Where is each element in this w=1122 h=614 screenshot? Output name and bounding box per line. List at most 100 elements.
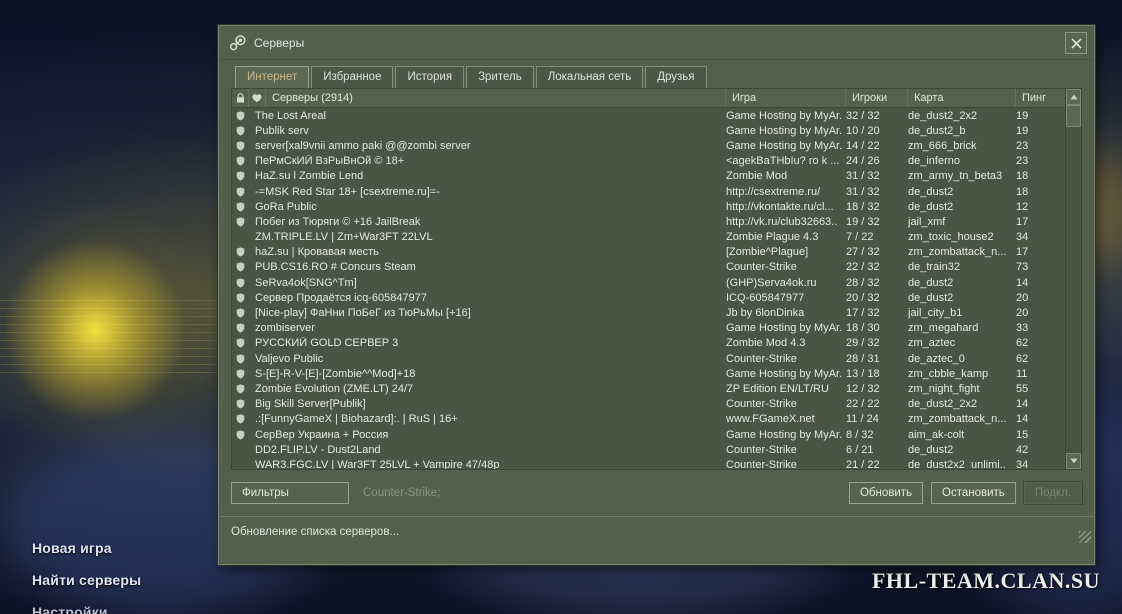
table-row[interactable]: DD2.FLIP.LV - Dust2Land Counter-Strike 6 /… bbox=[232, 442, 1081, 457]
secure-shield-icon bbox=[236, 186, 245, 197]
table-row[interactable]: Zombie Evolution (ZME.LT) 24/7 ZP Edition… bbox=[232, 381, 1081, 396]
row-server-name: Zombie Evolution (ZME.LT) 24/7 bbox=[255, 382, 414, 395]
row-map: de_dust2 bbox=[908, 276, 954, 289]
tab-3[interactable]: Зритель bbox=[466, 66, 534, 88]
table-row[interactable]: РУССКИЙ GOLD СЕРВЕР 3 Zombie Mod 4.3 29 / … bbox=[232, 336, 1081, 351]
column-header-favorite[interactable] bbox=[249, 89, 266, 107]
refresh-button[interactable]: Обновить bbox=[848, 482, 924, 504]
row-map: de_dust2x2_unlimi.. bbox=[908, 458, 1006, 469]
row-game: Counter-Strike bbox=[726, 352, 797, 365]
table-row[interactable]: PUB.CS16.RO # Concurs Steam Counter-Strik… bbox=[232, 260, 1081, 275]
column-header-ping[interactable]: Пинг bbox=[1016, 89, 1064, 107]
secure-shield-icon bbox=[236, 384, 245, 394]
close-button[interactable] bbox=[1065, 32, 1087, 54]
row-server-name: PUB.CS16.RO # Concurs Steam bbox=[255, 261, 416, 274]
stop-button[interactable]: Остановить bbox=[931, 482, 1016, 504]
tab-0[interactable]: Интернет bbox=[235, 66, 310, 88]
row-secure-icon-cell bbox=[232, 262, 249, 273]
scrollbar-thumb[interactable] bbox=[1066, 105, 1081, 127]
vertical-scrollbar[interactable] bbox=[1065, 89, 1081, 469]
table-row[interactable]: server[xal9vnii ammo paki @@zombi server… bbox=[232, 138, 1081, 153]
tab-5[interactable]: Друзья bbox=[645, 66, 707, 88]
table-row[interactable]: Сервер Продаётся icq-605847977 ICQ-605847… bbox=[232, 290, 1081, 305]
row-players: 29 / 32 bbox=[846, 337, 880, 350]
server-list-panel: Серверы (2914) Игра Игроки Карта Пинг Th… bbox=[231, 88, 1082, 470]
secure-shield-icon bbox=[236, 141, 245, 151]
column-header-map[interactable]: Карта bbox=[908, 89, 1016, 107]
secure-shield-icon bbox=[236, 414, 245, 424]
row-server-name: Valjevo Public bbox=[255, 352, 324, 365]
scroll-up-button[interactable] bbox=[1066, 89, 1081, 105]
table-row[interactable]: [Nice-play] ФаНни ПоБеГ из ТюРьМы [+16] J… bbox=[232, 305, 1081, 320]
table-row[interactable]: СepВep Украина + Россия Game Hosting by M… bbox=[232, 427, 1081, 442]
table-row[interactable]: Publik serv Game Hosting by MyAr. 10 / 20 d… bbox=[232, 123, 1081, 138]
main-menu: Новая игра Найти серверы Настройки bbox=[32, 540, 141, 614]
row-players: 28 / 32 bbox=[846, 276, 880, 289]
column-header-lock[interactable] bbox=[232, 89, 249, 107]
resize-grip[interactable] bbox=[1079, 531, 1091, 543]
row-map: aim_ak-colt bbox=[908, 428, 965, 441]
table-row[interactable]: haZ.su | Кровавая месть [Zombie^Plague] 27… bbox=[232, 245, 1081, 260]
table-row[interactable]: WAR3.FGC.LV | War3FT 25LVL + Vampire 47/… bbox=[232, 457, 1081, 469]
secure-shield-icon bbox=[236, 338, 245, 349]
row-game: ZP Edition EN/LT/RU bbox=[726, 382, 829, 395]
table-row[interactable]: S-[E]-R-V-[E]-[Zombie^^Mod]+18 Game Hosti… bbox=[232, 366, 1081, 381]
menu-item-find-servers[interactable]: Найти серверы bbox=[32, 572, 141, 588]
table-row[interactable]: SeRva4ok[SNG^Tm] (GHP)Serva4ok.ru 28 / 32 d… bbox=[232, 275, 1081, 290]
secure-shield-icon bbox=[236, 110, 245, 121]
lock-icon bbox=[236, 93, 244, 103]
tab-2[interactable]: История bbox=[395, 66, 465, 88]
table-row[interactable]: Big Skill Server[Publik] Counter-Strike 22… bbox=[232, 397, 1081, 412]
column-header-players[interactable]: Игроки bbox=[846, 89, 908, 107]
table-row[interactable]: Valjevo Public Counter-Strike 28 / 31 de_az… bbox=[232, 351, 1081, 366]
table-row[interactable]: .:[FunnyGameX | Biohazard]:. | RuS | 16+… bbox=[232, 412, 1081, 427]
row-ping: 42 bbox=[1016, 443, 1029, 456]
row-players: 11 / 24 bbox=[846, 413, 879, 426]
row-game: Jb by 6lonDinka bbox=[726, 307, 805, 320]
table-row[interactable]: zombiserver Game Hosting by MyAr. 18 / 30 z… bbox=[232, 321, 1081, 336]
controls-bar: Фильтры Counter-Strike; Обновить Останов… bbox=[219, 470, 1094, 516]
row-players: 24 / 26 bbox=[846, 155, 880, 168]
row-game: Game Hosting by MyAr. bbox=[726, 109, 843, 122]
row-map: de_dust2 bbox=[908, 443, 954, 456]
table-row[interactable]: HaZ.su l Zombie Lend Zombie Mod 31 / 32 zm_… bbox=[232, 169, 1081, 184]
table-row[interactable]: Побег из Тюряги © +16 JailBreak http://vk… bbox=[232, 214, 1081, 229]
row-server-name: Publik serv bbox=[255, 124, 309, 137]
secure-shield-icon bbox=[236, 278, 245, 288]
row-game: http://csextreme.ru/ bbox=[726, 185, 821, 198]
row-players: 12 / 32 bbox=[846, 382, 880, 395]
row-game: [Zombie^Plague] bbox=[726, 246, 809, 259]
chevron-up-icon bbox=[1069, 94, 1078, 100]
table-row[interactable]: -=MSK Red Star 18+ [csextreme.ru]=- http:… bbox=[232, 184, 1081, 199]
menu-item-settings[interactable]: Настройки bbox=[32, 604, 141, 614]
row-game: www.FGameX.net bbox=[726, 413, 815, 426]
tab-1[interactable]: Избранное bbox=[311, 66, 394, 88]
filters-button[interactable]: Фильтры bbox=[231, 482, 349, 504]
secure-shield-icon bbox=[236, 323, 245, 333]
scrollbar-track[interactable] bbox=[1066, 105, 1081, 453]
row-server-name: GoRa Public bbox=[255, 200, 317, 213]
row-server-name: server[xal9vnii ammo paki @@zombi server bbox=[255, 139, 471, 152]
table-row[interactable]: ПеРмСкИЙ ВзРыВнОй © 18+ <agekBaTHbIu? ro … bbox=[232, 154, 1081, 169]
tab-4[interactable]: Локальная сеть bbox=[535, 66, 644, 88]
row-game: http://vkontakte.ru/cl... bbox=[726, 200, 834, 213]
scroll-down-button[interactable] bbox=[1066, 453, 1081, 469]
row-ping: 12 bbox=[1016, 200, 1029, 213]
row-players: 8 / 32 bbox=[846, 428, 874, 441]
row-map: zm_toxic_house2 bbox=[908, 231, 994, 244]
row-game: ICQ-605847977 bbox=[726, 291, 805, 304]
column-header-name[interactable]: Серверы (2914) bbox=[266, 89, 726, 107]
menu-item-new-game[interactable]: Новая игра bbox=[32, 540, 141, 556]
table-row[interactable]: ZM.TRIPLE.LV | Zm+War3FT 22LVL Zombie Pla… bbox=[232, 230, 1081, 245]
row-game: Game Hosting by MyAr. bbox=[726, 367, 843, 380]
row-secure-icon-cell bbox=[232, 384, 249, 394]
row-server-name: СepВep Украина + Россия bbox=[255, 428, 389, 441]
table-row[interactable]: The Lost Areal Game Hosting by MyAr. 32 / … bbox=[232, 108, 1081, 123]
row-server-name: ПеРмСкИЙ ВзРыВнОй © 18+ bbox=[255, 155, 405, 168]
action-buttons: Обновить Остановить Подкл. bbox=[848, 482, 1082, 504]
column-header-game[interactable]: Игра bbox=[726, 89, 846, 107]
row-players: 20 / 32 bbox=[846, 291, 880, 304]
row-map: zm_666_brick bbox=[908, 139, 977, 152]
table-row[interactable]: GoRa Public http://vkontakte.ru/cl... 18 /… bbox=[232, 199, 1081, 214]
row-game: http://vk.ru/club32663.. bbox=[726, 215, 838, 228]
